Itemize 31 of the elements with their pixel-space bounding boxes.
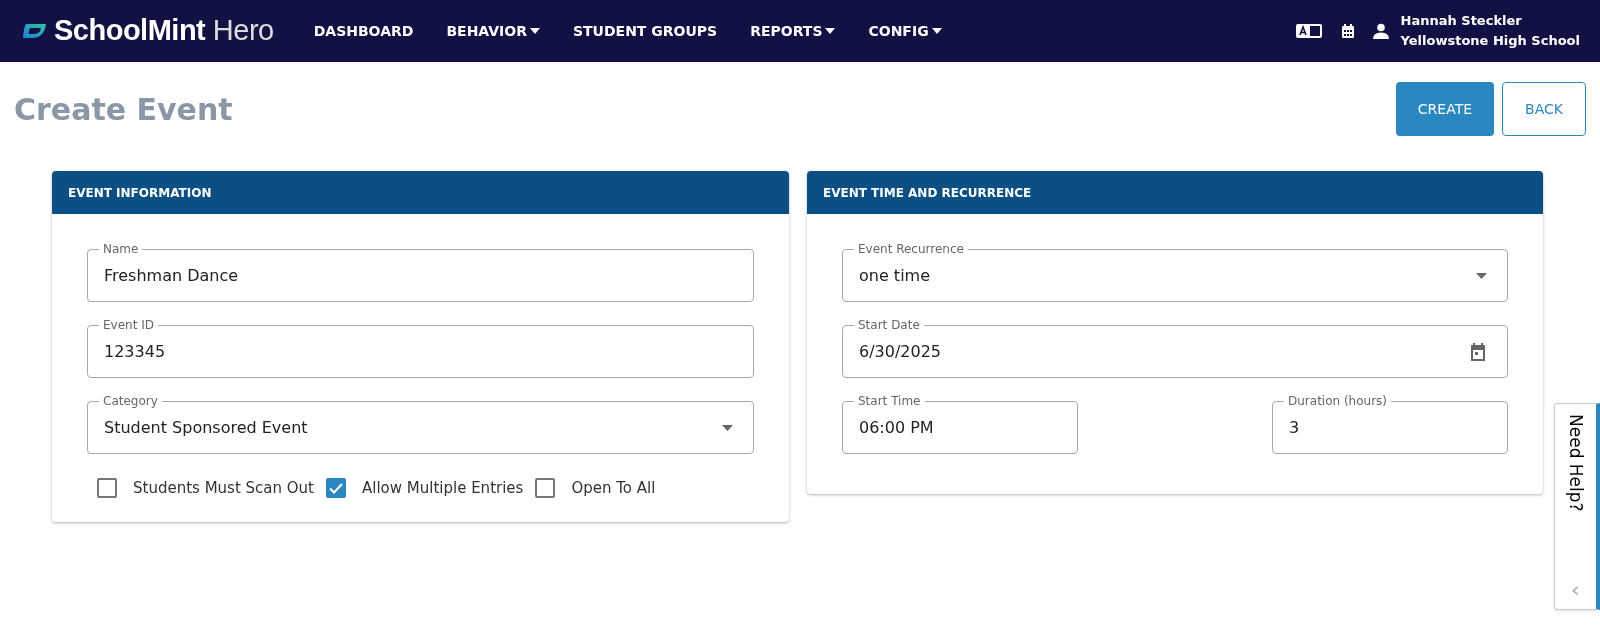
nav-link[interactable]: BEHAVIOR	[446, 20, 540, 42]
dropdown-arrow-icon	[722, 424, 733, 431]
back-button[interactable]: BACK	[1502, 82, 1586, 136]
leaf-logo-icon	[22, 22, 48, 40]
logo-text: SchoolMint Hero	[54, 13, 274, 49]
school-name: Yellowstone High School	[1400, 32, 1580, 50]
checkbox-label: Allow Multiple Entries	[362, 478, 524, 499]
checkbox-label: Students Must Scan Out	[133, 478, 314, 499]
nav-link[interactable]: DASHBOARD	[313, 20, 414, 42]
checkbox[interactable]	[97, 478, 117, 499]
field-label: Category	[99, 393, 162, 409]
chevron-icon: ‹	[1571, 579, 1580, 601]
nav-link[interactable]: REPORTS	[750, 20, 836, 42]
help-tab[interactable]: Need Help? ‹	[1554, 403, 1600, 610]
checkbox[interactable]	[326, 478, 346, 499]
card-header: EVENT INFORMATION	[52, 171, 789, 214]
user-name: Hannah Steckler	[1400, 12, 1523, 30]
translate-icon[interactable]	[1294, 22, 1323, 40]
calendar-icon[interactable]	[1340, 23, 1355, 39]
field-label: Duration (hours)	[1284, 393, 1392, 409]
nav-link[interactable]: CONFIG	[868, 20, 942, 42]
help-tab-label: Need Help?	[1565, 414, 1588, 512]
card-header: EVENT TIME AND RECURRENCE	[807, 171, 1543, 214]
page-title: Create Event	[14, 90, 233, 129]
checkmark-icon	[329, 482, 343, 494]
checkbox[interactable]	[535, 478, 556, 499]
dropdown-arrow-icon	[1476, 272, 1487, 279]
checkbox-label: Open To All	[571, 478, 656, 499]
user-icon[interactable]	[1372, 23, 1389, 39]
create-button[interactable]: CREATE	[1395, 82, 1495, 136]
nav-link[interactable]: STUDENT GROUPS	[572, 20, 718, 42]
